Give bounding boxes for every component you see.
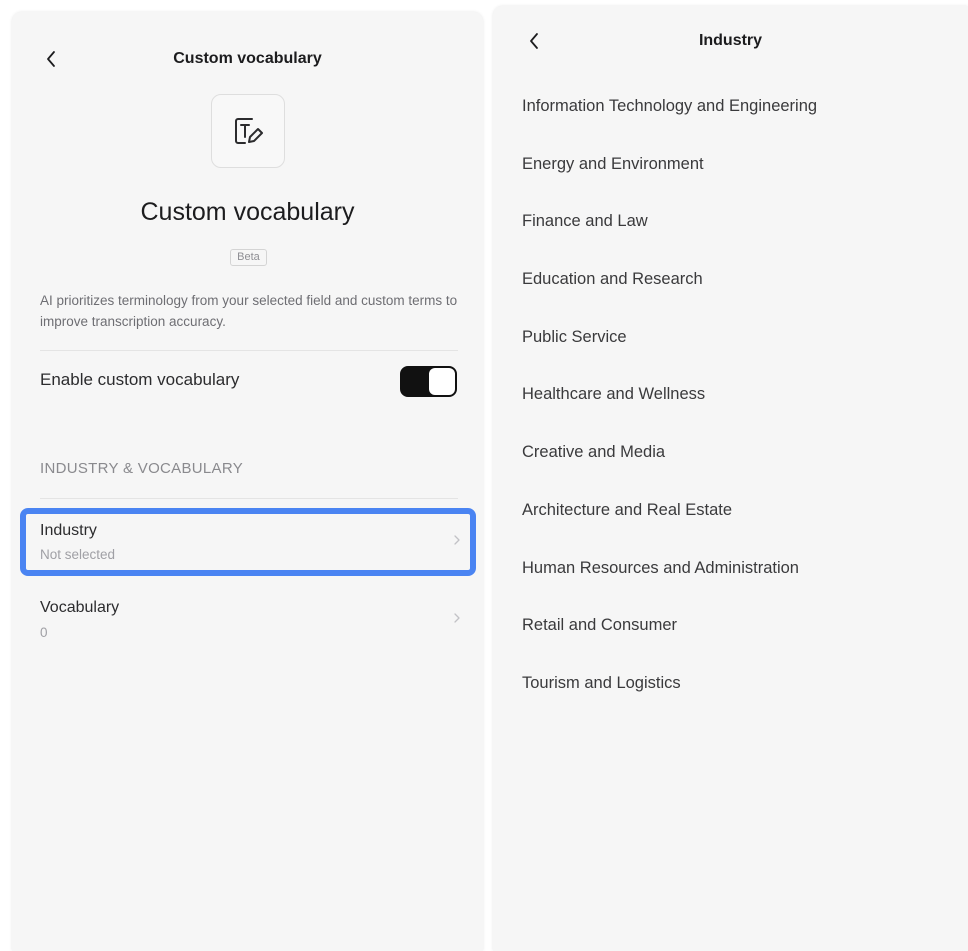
industry-option[interactable]: Creative and Media [522,443,817,501]
chevron-right-icon [454,535,460,545]
hero-title: Custom vocabulary [140,198,355,226]
industry-option[interactable]: Finance and Law [522,212,817,270]
page-title: Industry [698,32,763,49]
toggle-knob [429,368,455,395]
industry-option[interactable]: Human Resources and Administration [522,559,817,617]
text-edit-icon [211,94,285,168]
industry-option[interactable]: Information Technology and Engineering [522,97,817,155]
industry-row[interactable]: Industry Not selected [20,508,476,576]
feature-description: AI prioritizes terminology from your sel… [40,293,458,329]
app-root: Custom vocabulary Custom vocabulary Beta… [0,0,968,951]
page-title: Custom vocabulary [173,50,322,67]
toggle-label: Enable custom vocabulary [40,370,240,389]
industry-screen: Industry Information Technology and Engi… [493,6,968,951]
industry-option[interactable]: Energy and Environment [522,155,817,213]
divider [40,498,458,499]
industry-option[interactable]: Education and Research [522,270,817,328]
section-header: INDUSTRY & VOCABULARY [40,460,244,477]
custom-vocabulary-screen: Custom vocabulary Custom vocabulary Beta… [12,12,483,951]
vocabulary-row[interactable]: Vocabulary 0 [20,586,476,654]
row-title: Industry [40,522,97,539]
beta-badge: Beta [230,249,267,266]
industry-option[interactable]: Tourism and Logistics [522,674,817,732]
row-value: 0 [40,625,48,640]
industry-option[interactable]: Healthcare and Wellness [522,385,817,443]
row-title: Vocabulary [40,599,120,616]
chevron-right-icon [454,613,460,623]
row-value: Not selected [40,547,116,562]
industry-option[interactable]: Public Service [522,328,817,386]
industry-option[interactable]: Architecture and Real Estate [522,501,817,559]
custom-vocabulary-toggle[interactable] [400,366,457,397]
industry-list: Information Technology and Engineering E… [522,97,817,732]
industry-option[interactable]: Retail and Consumer [522,616,817,674]
divider [40,350,458,351]
